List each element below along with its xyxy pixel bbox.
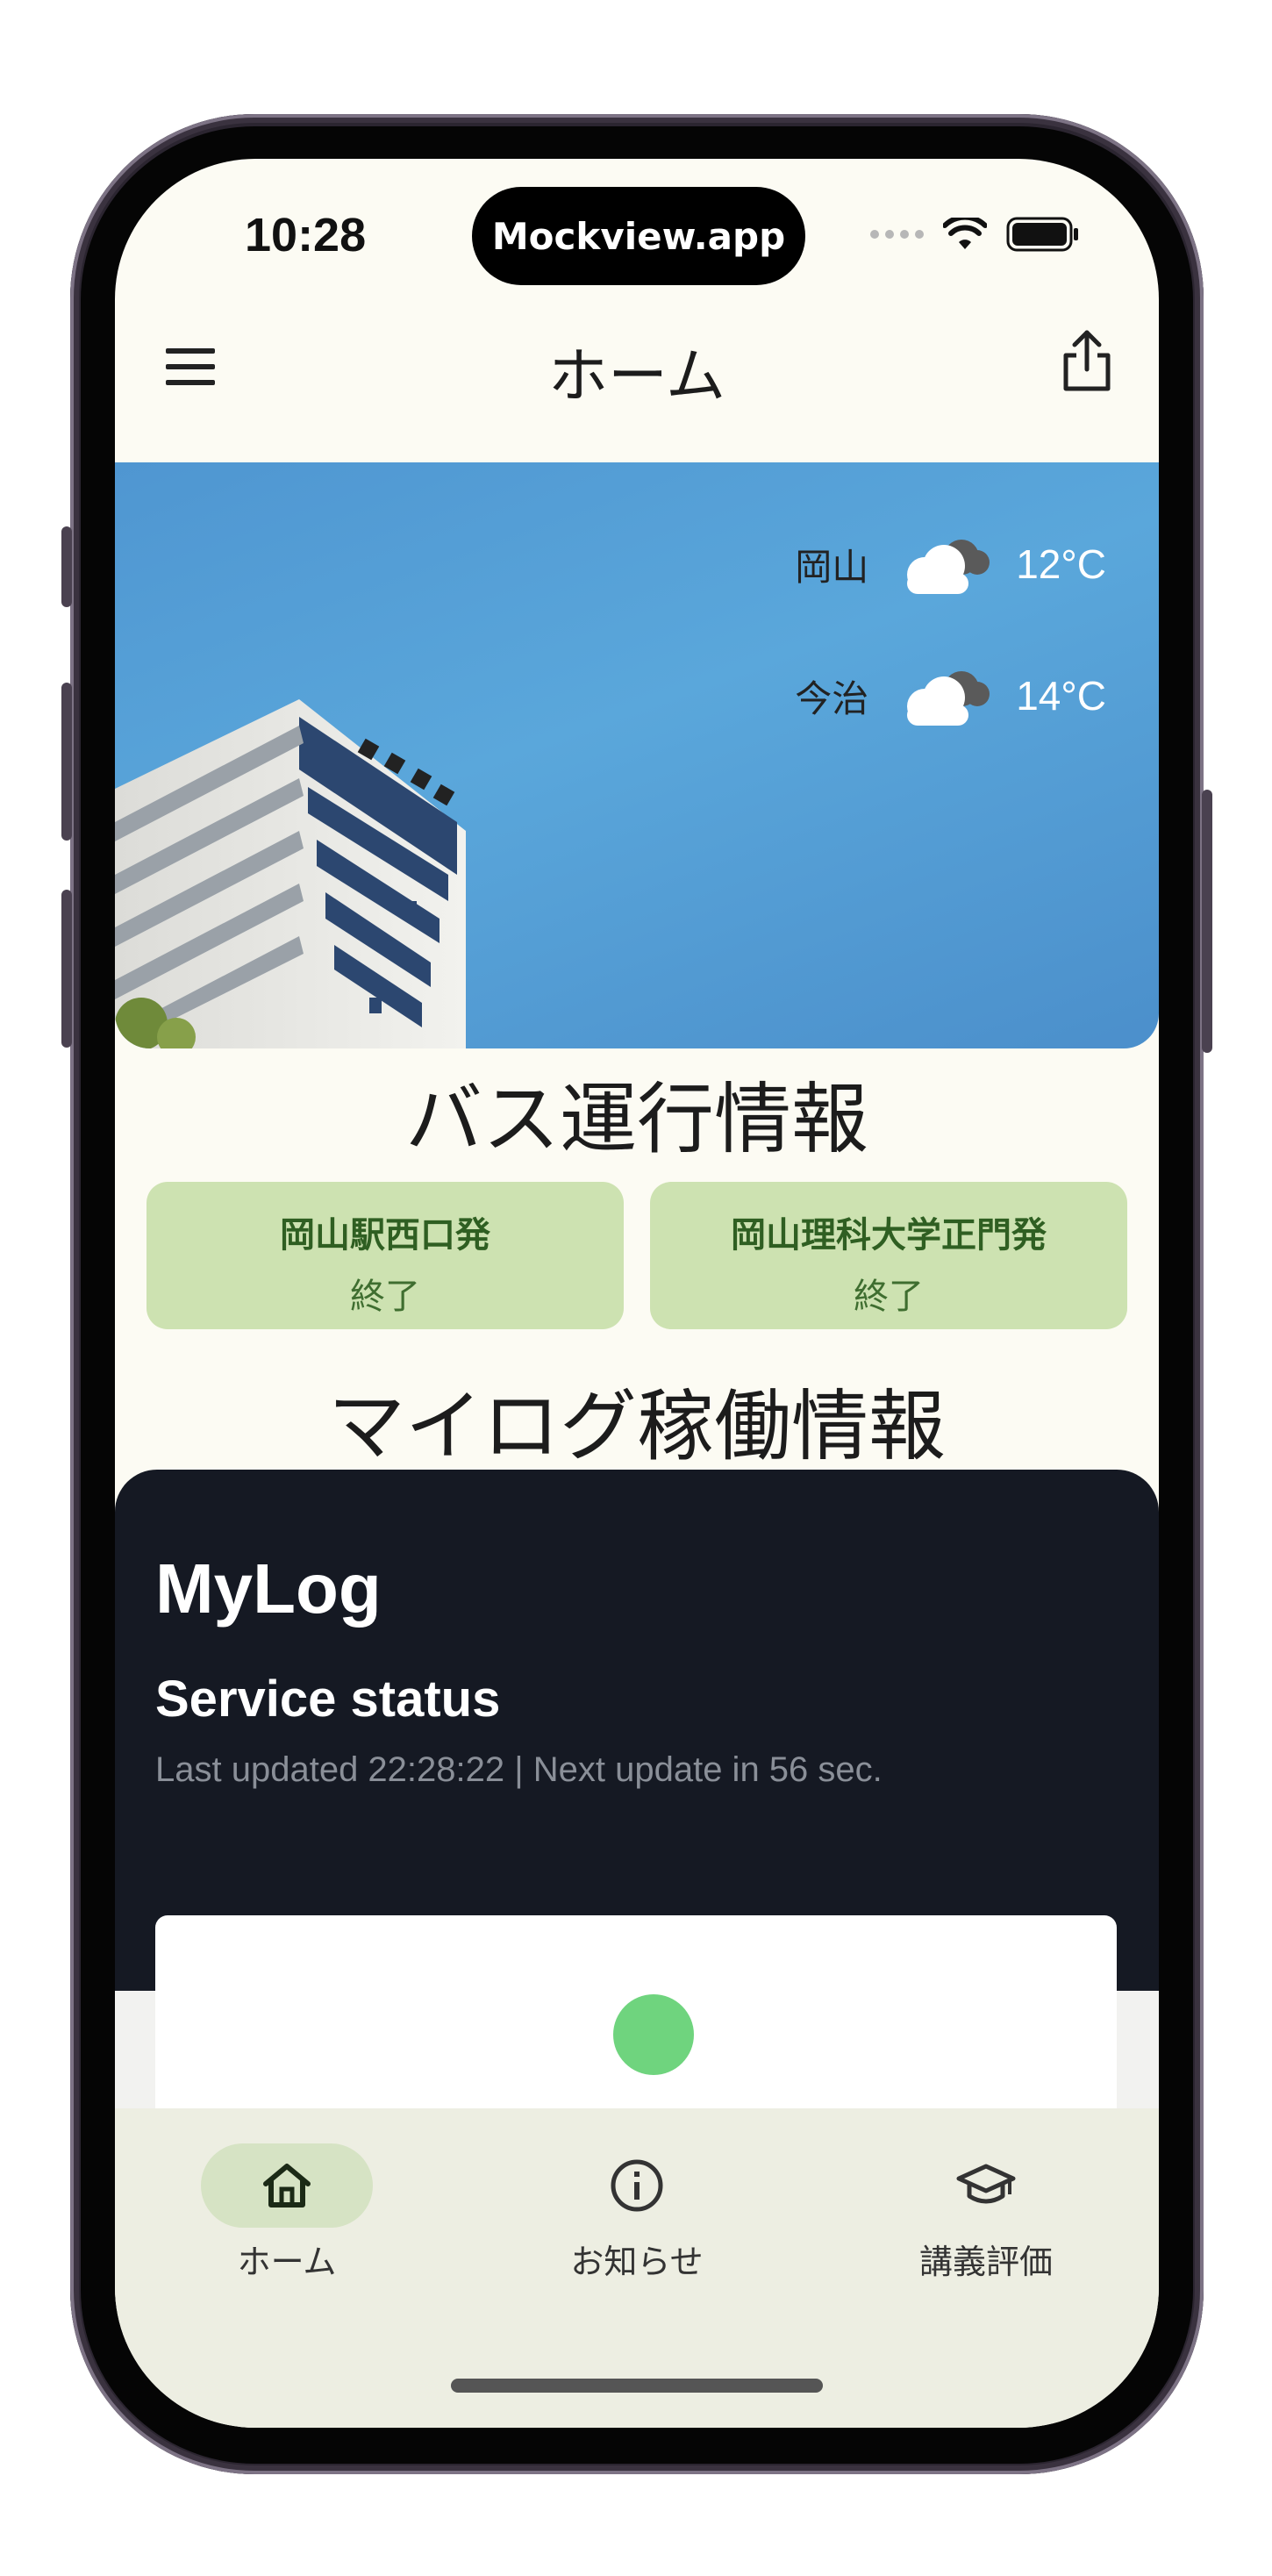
bus-card-university-gate[interactable]: 岡山理科大学正門発 終了: [650, 1182, 1127, 1329]
last-updated-text: Last updated 22:28:22 | Next update in 5…: [155, 1750, 883, 1789]
weather-city: 岡山: [795, 545, 869, 589]
nav-icon-wrap: [551, 2143, 723, 2228]
status-time: 10:28: [245, 209, 367, 261]
page-title: ホーム: [548, 342, 725, 411]
mylog-title: MyLog: [155, 1549, 382, 1628]
screen: 10:28 Mockview.app ホーム 岡山 12°C 今治 14°C バ…: [115, 159, 1159, 2428]
graduation-cap-icon: [956, 2164, 1016, 2204]
status-icons: [870, 217, 1080, 252]
dynamic-island: Mockview.app: [472, 187, 805, 285]
bus-card-state: 終了: [854, 1277, 924, 1317]
volume-up-button: [61, 683, 72, 841]
bus-card-okayama-station[interactable]: 岡山駅西口発 終了: [146, 1182, 624, 1329]
nav-icon-wrap: [900, 2143, 1072, 2228]
bus-card-name: 岡山駅西口発: [280, 1215, 490, 1256]
nav-item-notices[interactable]: お知らせ: [505, 2143, 768, 2283]
battery-icon: [1006, 217, 1078, 252]
action-button: [61, 526, 72, 607]
cloudy-icon: [907, 540, 990, 594]
nav-label-notices: お知らせ: [570, 2243, 704, 2281]
bus-card-state: 終了: [350, 1277, 420, 1317]
volume-down-button: [61, 890, 72, 1048]
power-button: [1202, 790, 1212, 1053]
wifi-icon: [943, 218, 987, 249]
home-icon: [263, 2164, 311, 2207]
bus-card-name: 岡山理科大学正門発: [731, 1215, 1047, 1256]
info-icon: [611, 2159, 663, 2212]
service-status-heading: Service status: [155, 1671, 501, 1728]
share-icon[interactable]: [1052, 326, 1122, 396]
weather-temp: 12°C: [1016, 541, 1106, 587]
app-bar: ホーム: [115, 290, 1159, 448]
status-indicator-dot: [613, 1994, 694, 2075]
nav-item-home[interactable]: ホーム: [155, 2143, 418, 2283]
nav-label-course-eval: 講義評価: [918, 2243, 1053, 2281]
mylog-section-title: マイログ稼働情報: [327, 1381, 946, 1471]
hero-banner: 岡山 12°C 今治 14°C: [115, 462, 1159, 1048]
nav-active-indicator: [201, 2143, 373, 2228]
cloudy-icon: [907, 671, 990, 726]
home-indicator[interactable]: [451, 2379, 823, 2393]
bus-section-title: バス運行情報: [404, 1074, 868, 1164]
weather-temp: 14°C: [1016, 673, 1106, 719]
weather-row-okayama: 岡山 12°C: [795, 533, 1106, 596]
nav-item-course-eval[interactable]: 講義評価: [854, 2143, 1118, 2283]
weather-row-imabari: 今治 14°C: [795, 664, 1106, 727]
signal-dots-icon: [870, 230, 924, 239]
nav-label-home: ホーム: [237, 2243, 337, 2281]
weather-city: 今治: [795, 676, 869, 720]
